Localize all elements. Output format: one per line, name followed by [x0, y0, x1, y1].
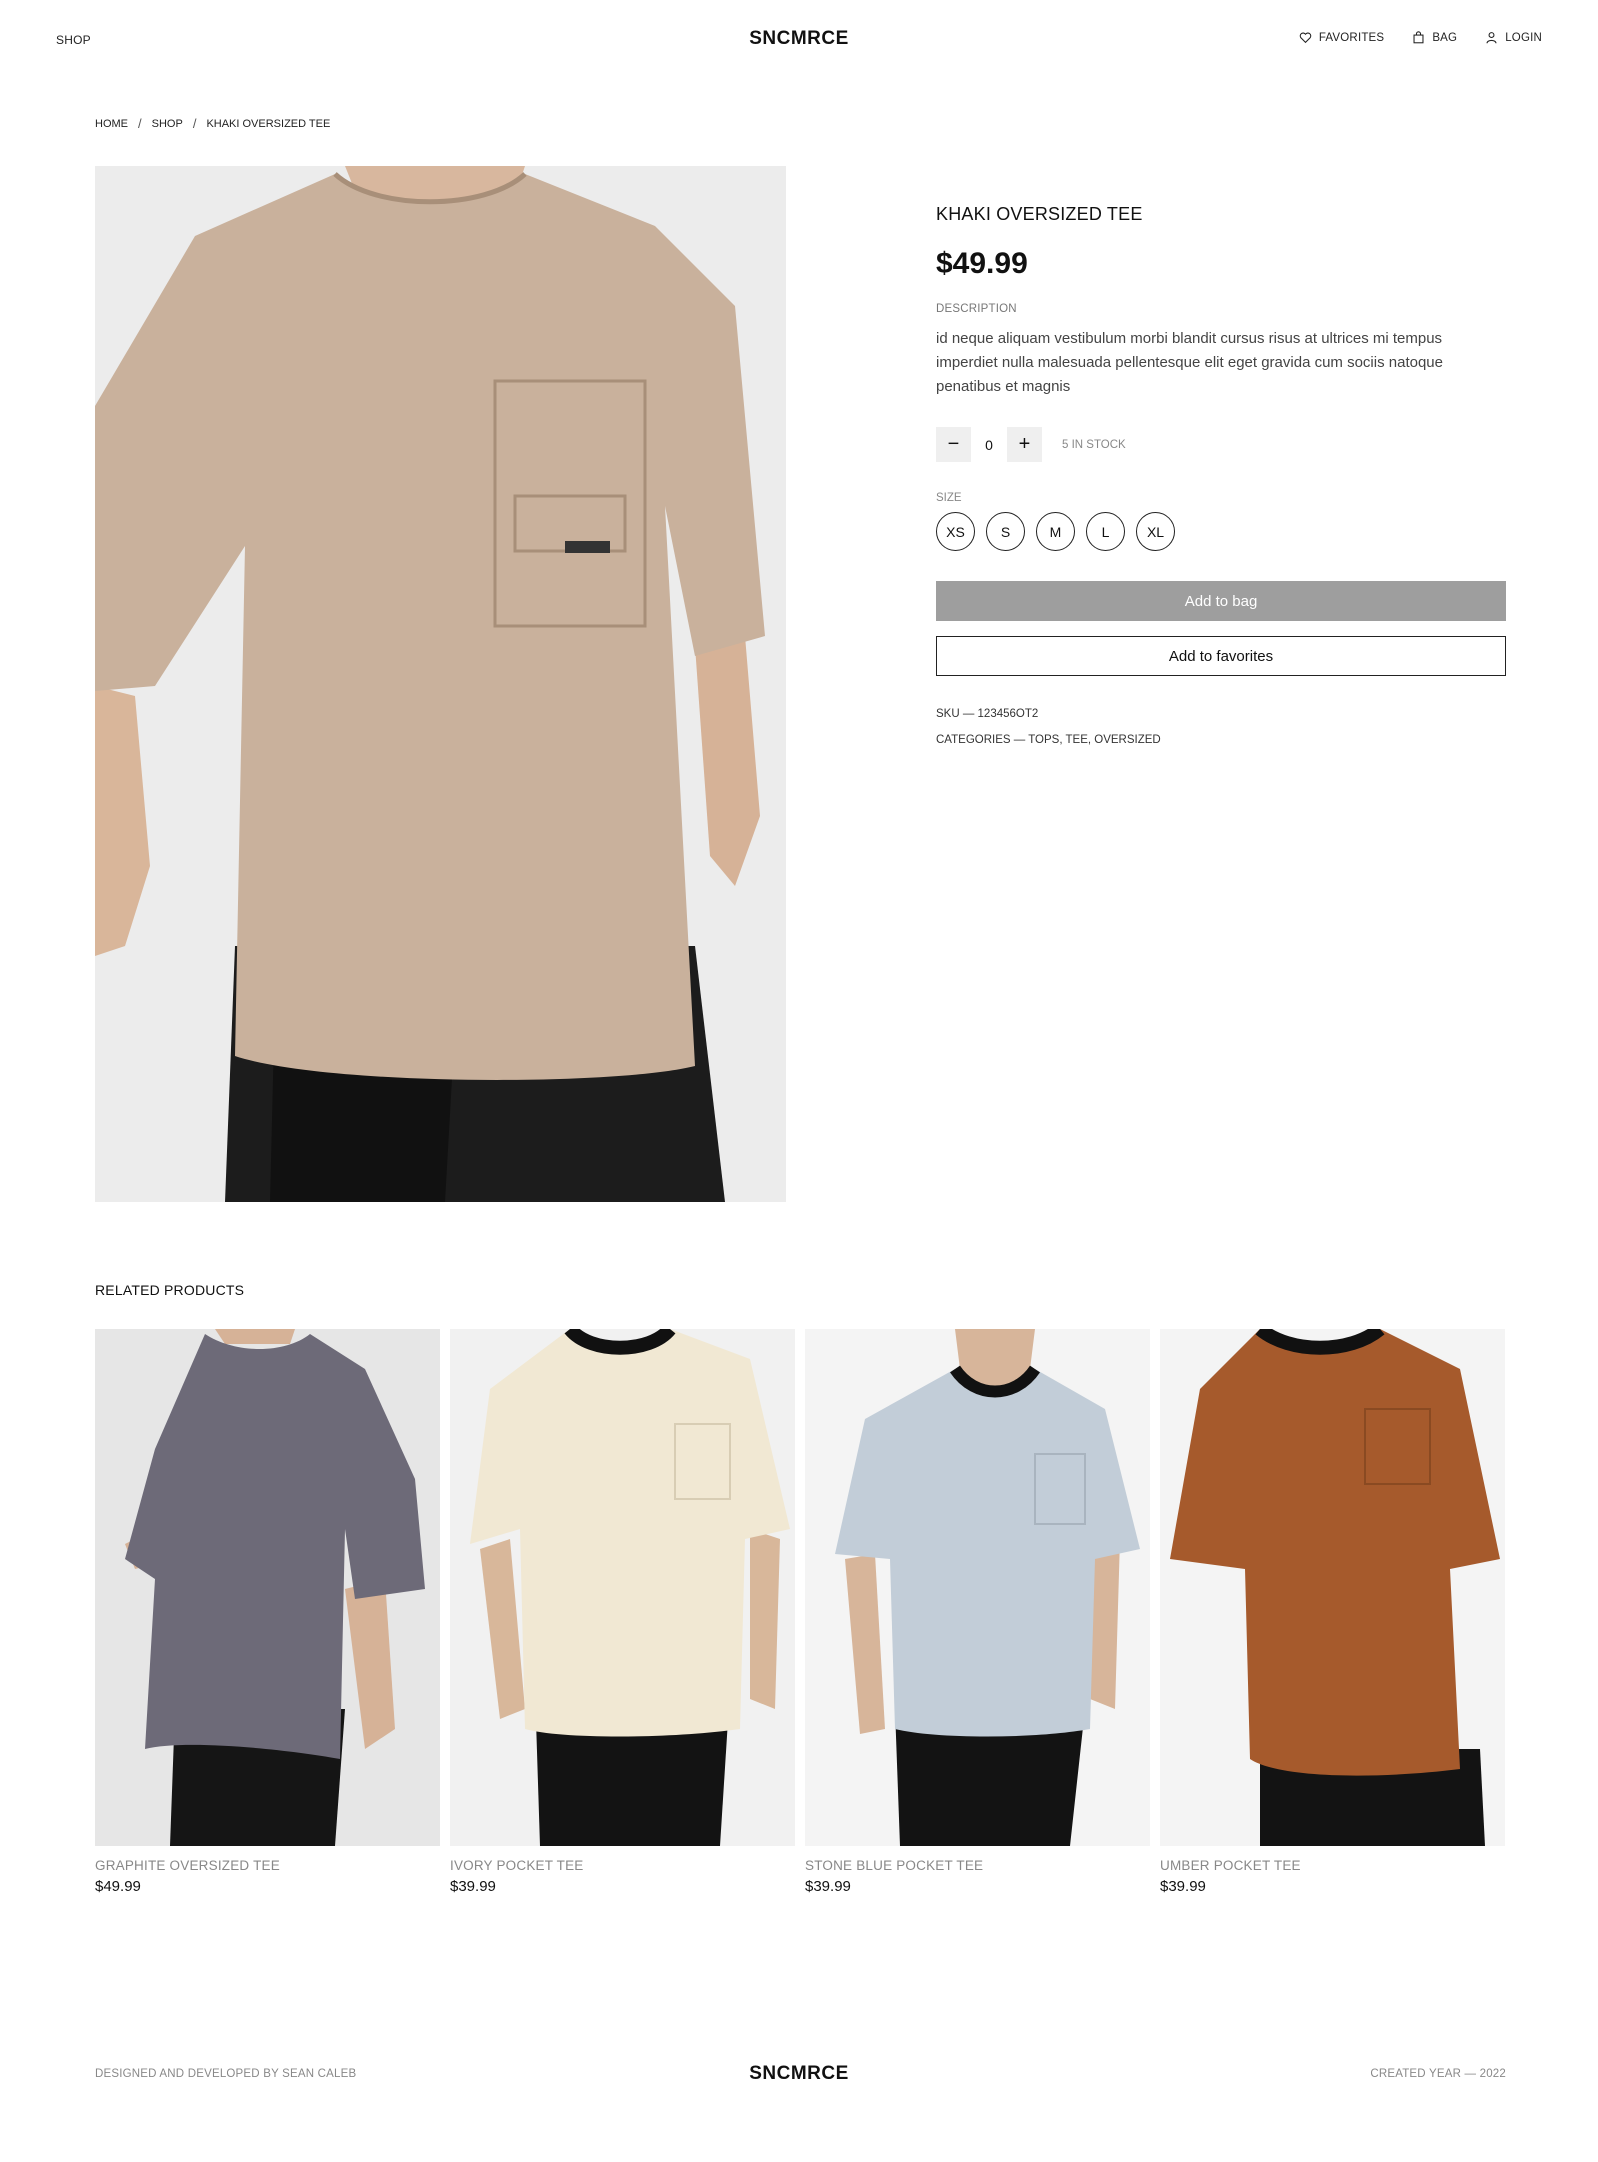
- login-label: LOGIN: [1505, 31, 1542, 44]
- heart-icon: [1299, 31, 1312, 44]
- size-option-s[interactable]: S: [986, 512, 1025, 551]
- related-product-name[interactable]: STONE BLUE POCKET TEE: [805, 1858, 1150, 1873]
- description-label: DESCRIPTION: [936, 303, 1017, 315]
- related-product-price: $39.99: [1160, 1878, 1206, 1895]
- product-image[interactable]: [450, 1329, 795, 1846]
- bag-label: BAG: [1432, 31, 1458, 44]
- related-products-list: GRAPHITE OVERSIZED TEE $49.99 IVORY POCK…: [95, 1329, 1505, 1895]
- product-description: id neque aliquam vestibulum morbi blandi…: [936, 330, 1443, 395]
- quantity-increase-button[interactable]: +: [1007, 427, 1042, 462]
- product-image[interactable]: [95, 1329, 440, 1846]
- related-product-card[interactable]: STONE BLUE POCKET TEE $39.99: [805, 1329, 1150, 1895]
- footer-year: CREATED YEAR — 2022: [1370, 2068, 1506, 2080]
- related-product-card[interactable]: UMBER POCKET TEE $39.99: [1160, 1329, 1505, 1895]
- related-product-card[interactable]: GRAPHITE OVERSIZED TEE $49.99: [95, 1329, 440, 1895]
- breadcrumb-home[interactable]: HOME: [95, 118, 128, 130]
- site-header: SHOP SNCMRCE FAVORITES BAG LOGIN: [0, 0, 1598, 80]
- related-product-price: $49.99: [95, 1878, 141, 1895]
- bag-icon: [1412, 31, 1425, 44]
- size-option-m[interactable]: M: [1036, 512, 1075, 551]
- size-option-xl[interactable]: XL: [1136, 512, 1175, 551]
- product-main-image: [95, 166, 786, 1202]
- user-icon: [1485, 31, 1498, 44]
- breadcrumb: HOME / SHOP / KHAKI OVERSIZED TEE: [95, 116, 330, 131]
- related-products-heading: RELATED PRODUCTS: [95, 1282, 245, 1298]
- login-link[interactable]: LOGIN: [1485, 31, 1542, 44]
- bag-link[interactable]: BAG: [1412, 31, 1457, 44]
- header-nav: FAVORITES BAG LOGIN: [1299, 31, 1542, 44]
- related-product-name[interactable]: GRAPHITE OVERSIZED TEE: [95, 1858, 440, 1873]
- product-price: $49.99: [936, 247, 1028, 280]
- size-options: XS S M L XL: [936, 512, 1506, 551]
- product-categories: CATEGORIES — TOPS, TEE, OVERSIZED: [936, 734, 1161, 746]
- add-to-favorites-button[interactable]: Add to favorites: [936, 636, 1506, 676]
- favorites-label: FAVORITES: [1318, 31, 1385, 44]
- breadcrumb-separator: /: [192, 116, 197, 131]
- size-option-xs[interactable]: XS: [936, 512, 975, 551]
- product-image[interactable]: [805, 1329, 1150, 1846]
- product-title: KHAKI OVERSIZED TEE: [936, 204, 1143, 224]
- breadcrumb-separator: /: [138, 116, 142, 131]
- quantity-value: 0: [985, 436, 993, 453]
- product-info: KHAKI OVERSIZED TEE $49.99 DESCRIPTION i…: [936, 204, 1506, 746]
- related-product-price: $39.99: [450, 1878, 496, 1895]
- product-sku: SKU — 123456OT2: [936, 708, 1039, 720]
- add-to-bag-button[interactable]: Add to bag: [936, 581, 1506, 621]
- related-product-name[interactable]: UMBER POCKET TEE: [1160, 1858, 1505, 1873]
- quantity-decrease-button[interactable]: −: [936, 427, 971, 462]
- product-image[interactable]: [1160, 1329, 1505, 1846]
- size-option-l[interactable]: L: [1086, 512, 1125, 551]
- related-product-name[interactable]: IVORY POCKET TEE: [450, 1858, 795, 1873]
- favorites-link[interactable]: FAVORITES: [1299, 31, 1385, 44]
- footer-logo[interactable]: SNCMRCE: [0, 2063, 1598, 2085]
- related-product-card[interactable]: IVORY POCKET TEE $39.99: [450, 1329, 795, 1895]
- related-product-price: $39.99: [805, 1878, 851, 1895]
- breadcrumb-shop[interactable]: SHOP: [152, 118, 183, 130]
- breadcrumb-current: KHAKI OVERSIZED TEE: [206, 117, 331, 130]
- quantity-stepper: − 0 + 5 IN STOCK: [936, 427, 1506, 462]
- stock-status: 5 IN STOCK: [1062, 438, 1126, 451]
- size-label: SIZE: [936, 492, 962, 504]
